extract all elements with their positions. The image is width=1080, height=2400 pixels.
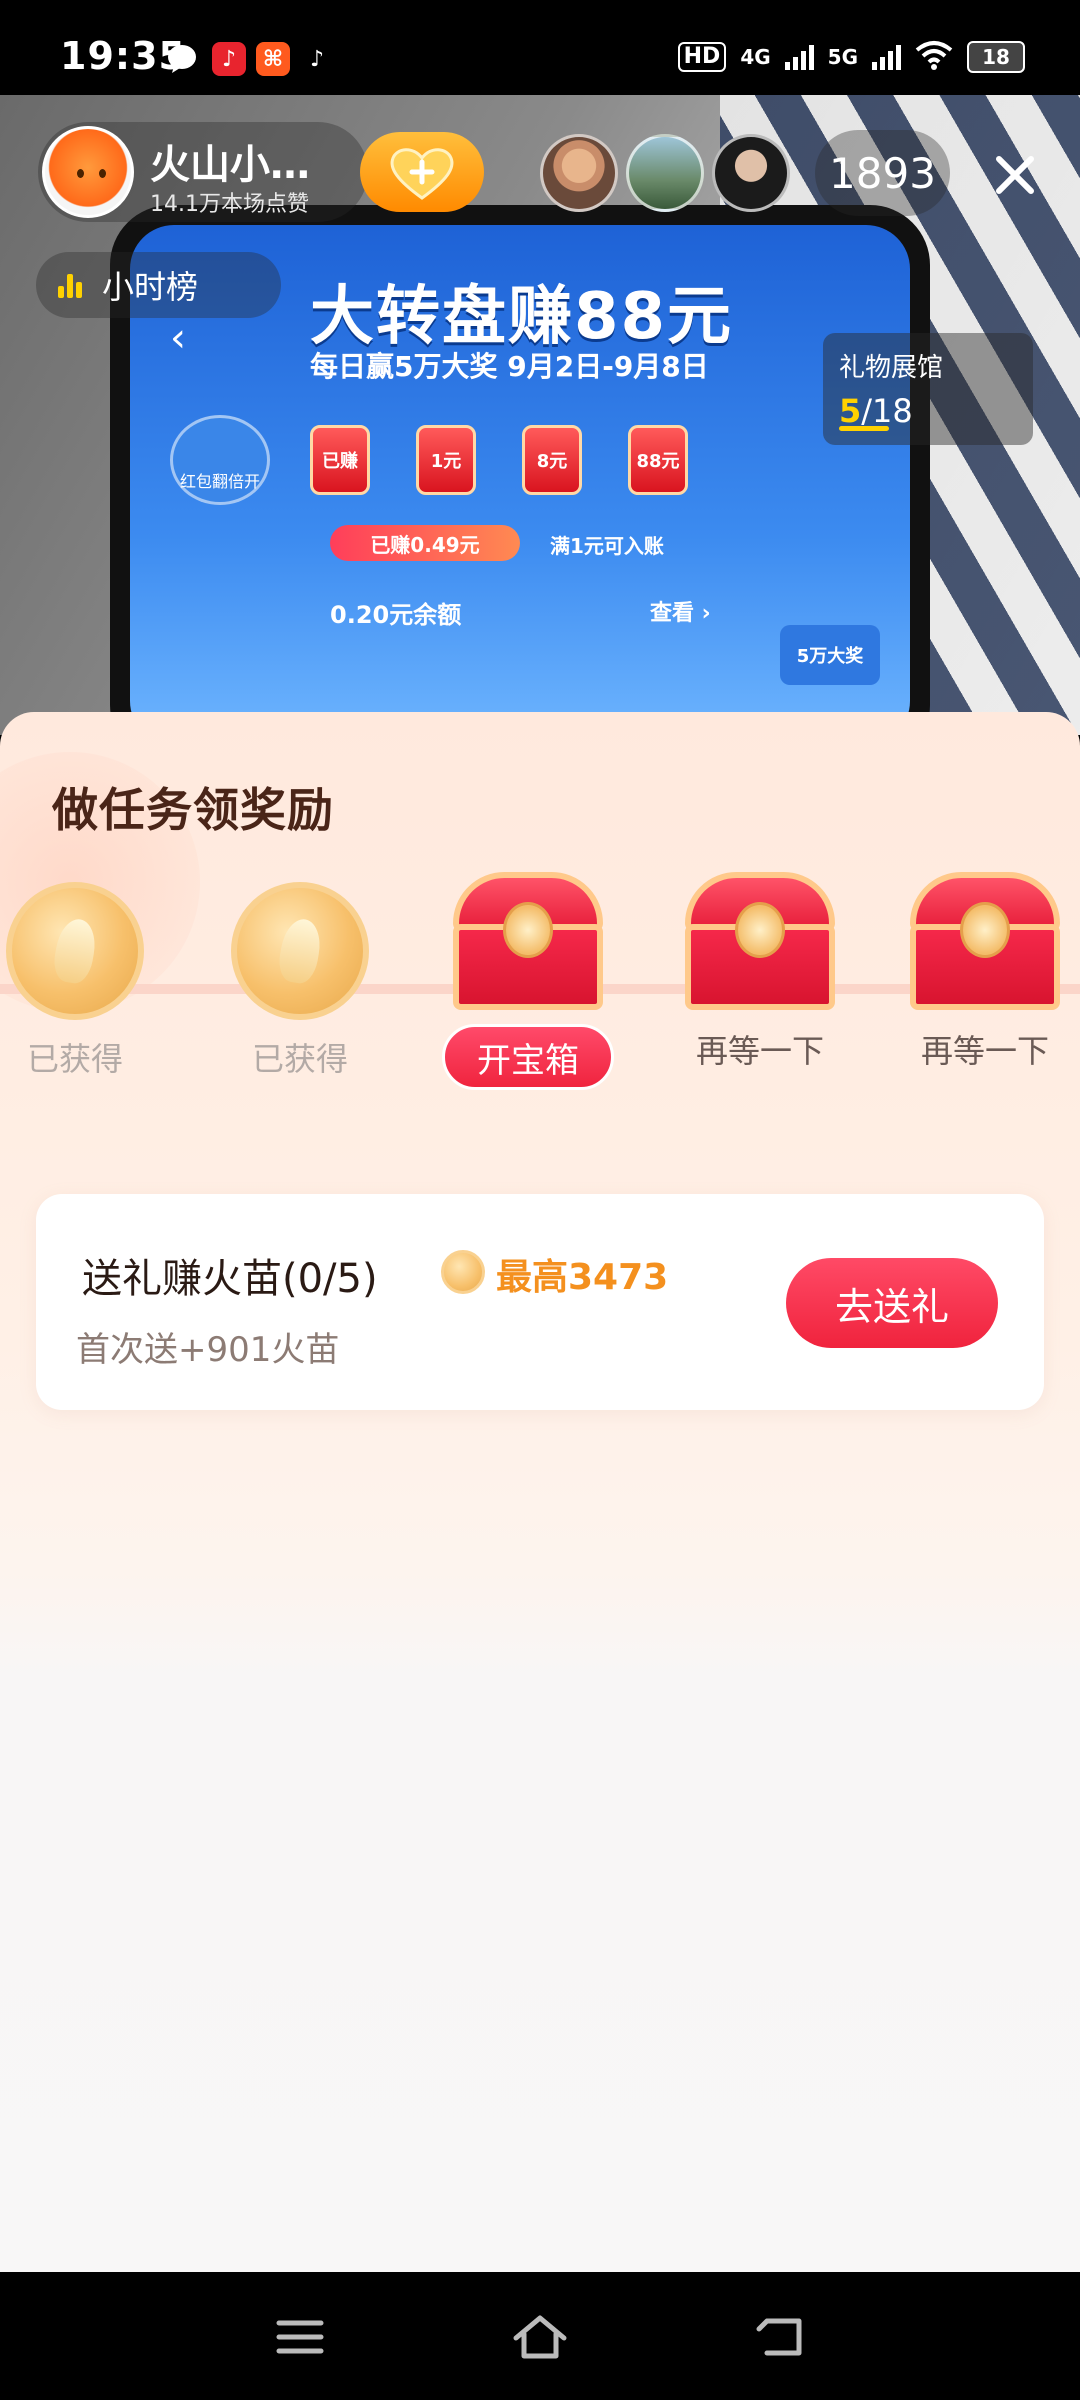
close-icon[interactable] [985,145,1045,205]
message-icon [165,42,199,76]
coin-icon [6,882,144,1020]
sheet-title: 做任务领奖励 [52,783,334,837]
hour-rank-label: 小时榜 [102,268,199,306]
phone-balance: 0.20元余额 [330,601,462,629]
reward-item-coin: 已获得 [205,882,395,1112]
host-avatar[interactable] [42,126,134,218]
viewer-avatar[interactable] [540,134,618,212]
phone-prize-badge: 5万大奖 [780,625,880,685]
network-5g: 5G [827,45,858,69]
phone-title: 大转盘赚88元 [310,280,734,354]
viewer-avatars[interactable] [540,134,790,212]
host-info[interactable]: 火山小… 14.1万本场点赞 [38,122,368,222]
gift-hall-progress: 5/18 [839,392,913,430]
reward-label: 已获得 [251,1040,348,1078]
viewer-avatar[interactable] [626,134,704,212]
red-envelope: 8元 [522,425,582,495]
gift-hall-progress-bar [839,426,889,431]
back-arrow-icon: ‹ [170,315,186,361]
signal-icon [784,44,814,70]
status-bar: 19:35 ♪ ⌘ ♪ HD 4G 5G 18 [0,0,1080,95]
wifi-icon [915,40,953,74]
bar-chart-icon [58,272,82,298]
phone-threshold-text: 满1元可入账 [550,534,664,558]
hour-rank-button[interactable]: 小时榜 [36,252,281,318]
host-name: 火山小… [150,142,310,188]
home-icon[interactable] [505,2302,575,2372]
phone-earned-pill: 已赚0.49元 [330,525,520,561]
viewer-count[interactable]: 1893 [815,130,950,216]
task-name: 送礼赚火苗(0/5) [82,1256,378,1302]
app-icon: ⌘ [256,42,290,76]
gift-hall-widget[interactable]: 礼物展馆 5/18 [823,333,1033,445]
phone-left-badge: 红包翻倍开 [170,415,270,505]
open-chest-button[interactable]: 开宝箱 [442,1024,614,1090]
tiktok-icon: ♪ [309,46,325,72]
task-card: 送礼赚火苗(0/5) 最高3473 首次送+901火苗 去送礼 [36,1194,1044,1410]
reward-item-chest[interactable]: 开宝箱 [433,872,623,1102]
navigation-bar [0,2272,1080,2400]
red-envelope: 已赚 [310,425,370,495]
phone-subtitle: 每日赢5万大奖 9月2日-9月8日 [310,350,709,383]
treasure-chest-icon [910,872,1060,1012]
red-envelope: 88元 [628,425,688,495]
reward-label: 已获得 [26,1040,123,1078]
treasure-chest-icon[interactable] [453,872,603,1012]
gift-hall-title: 礼物展馆 [839,353,944,383]
reward-item-chest: 再等一下 [890,872,1080,1102]
hd-indicator: HD [677,42,727,72]
reward-item-coin: 已获得 [0,882,170,1112]
phone-envelope-row: 已赚 1元 8元 88元 [310,425,688,495]
follow-button[interactable] [360,132,484,212]
coin-icon [441,1250,485,1294]
heart-plus-icon [390,148,454,200]
reward-item-chest: 再等一下 [665,872,855,1102]
phone-view-link: 查看 › [650,601,711,626]
coin-icon [231,882,369,1020]
viewer-avatar[interactable] [712,134,790,212]
network-4g: 4G [740,45,771,69]
task-reward-sheet: 做任务领奖励 已获得 已获得 开宝箱 再等一下 再等一下 送礼赚火苗(0/5) … [0,712,1080,2272]
back-icon[interactable] [745,2302,815,2372]
signal-icon [872,44,901,70]
task-description: 首次送+901火苗 [76,1330,340,1370]
reward-label: 再等一下 [920,1032,1049,1070]
battery-icon: 18 [967,41,1025,73]
red-envelope: 1元 [416,425,476,495]
treasure-chest-icon [685,872,835,1012]
host-likes: 14.1万本场点赞 [150,192,309,217]
task-max-reward: 最高3473 [496,1257,669,1298]
send-gift-button[interactable]: 去送礼 [786,1258,998,1348]
reward-label: 再等一下 [695,1032,824,1070]
menu-icon[interactable] [265,2302,335,2372]
douyin-icon: ♪ [212,42,246,76]
